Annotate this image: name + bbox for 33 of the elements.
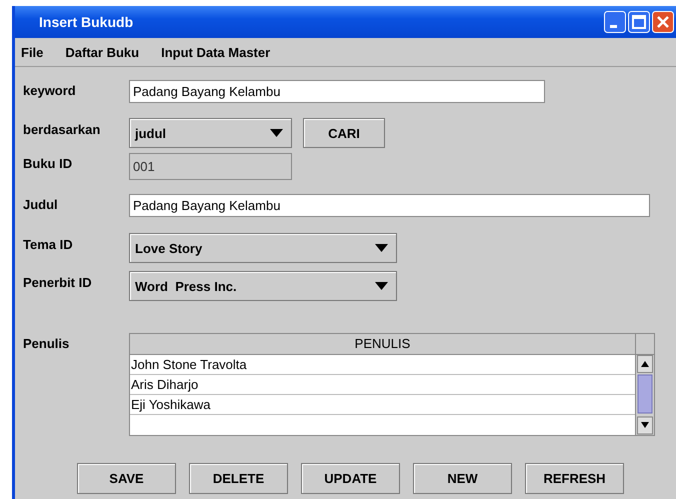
action-button[interactable]: DELETE [189,463,288,494]
minimize-button[interactable] [604,11,626,33]
scrollbar[interactable] [637,355,653,435]
maximize-button[interactable] [628,11,650,33]
field-label: Judul [23,196,59,212]
text-field[interactable]: Padang Bayang Kelambu [129,80,545,103]
field-label: Penulis [23,335,70,351]
field-label: Penerbit ID [23,274,93,290]
column-header[interactable]: PENULIS [130,334,635,355]
table-cell: John Stone Travolta [130,355,635,375]
menu-item[interactable]: Input Data Master [161,44,270,60]
dropdown[interactable]: Love Story [129,233,397,263]
close-button[interactable] [652,11,674,33]
dropdown[interactable]: judul [129,118,292,148]
action-button[interactable]: SAVE [77,463,176,494]
text-field[interactable]: Padang Bayang Kelambu [129,194,650,217]
caret-icon [270,129,283,137]
table-cell: Aris Diharjo [130,375,635,395]
field-label: keyword [23,82,77,98]
action-button[interactable]: REFRESH [525,463,624,494]
table-cell: Eji Yoshikawa [130,395,635,415]
action-button[interactable]: NEW [413,463,512,494]
action-button[interactable]: UPDATE [301,463,400,494]
field-label: berdasarkan [23,121,102,137]
menu-item[interactable]: Daftar Buku [65,44,140,60]
field-label: Buku ID [23,155,74,171]
window-title: Insert Bukudb [38,14,134,30]
caret-icon [375,244,388,252]
menu-item[interactable]: File [21,44,44,60]
search-button[interactable]: CARI [303,118,385,148]
caret-icon [375,282,388,290]
dropdown[interactable]: Word Press Inc. [129,271,397,301]
field-label: Tema ID [23,236,74,252]
